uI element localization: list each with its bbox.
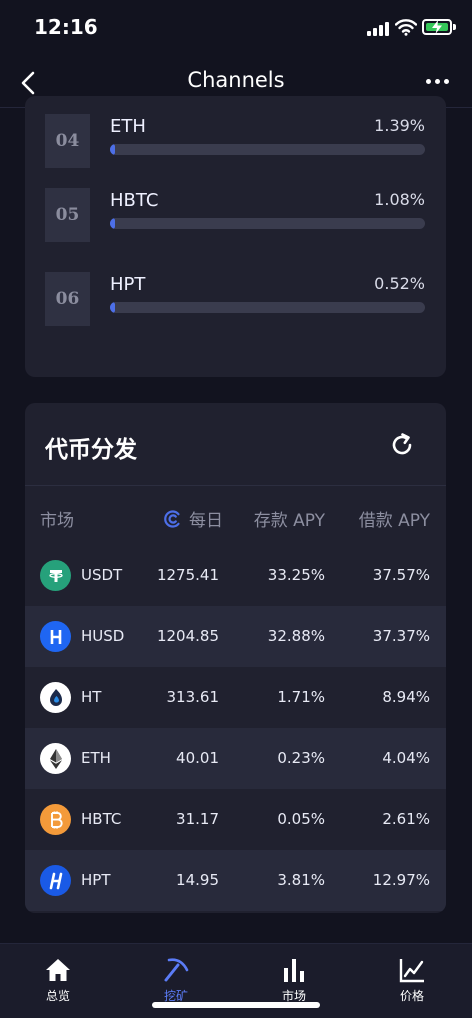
daily-value: 40.01 bbox=[176, 749, 219, 767]
line-chart-icon bbox=[399, 959, 424, 983]
borrow-apy: 37.57% bbox=[372, 566, 430, 584]
charging-bolt-icon bbox=[432, 20, 442, 34]
page-title: Channels bbox=[187, 68, 285, 92]
battery-cap bbox=[453, 24, 456, 30]
header-borrow-apy[interactable]: 借款 APY bbox=[359, 506, 430, 531]
table-row[interactable]: HPT 14.95 3.81% 12.97% bbox=[25, 850, 446, 911]
table-row[interactable]: HT 313.61 1.71% 8.94% bbox=[25, 667, 446, 728]
daily-reward-icon bbox=[164, 509, 180, 528]
usdt-icon bbox=[40, 560, 71, 591]
bar-chart-icon bbox=[284, 959, 304, 982]
header-market[interactable]: 市场 bbox=[40, 506, 74, 531]
table-row[interactable]: USDT 1275.41 33.25% 37.57% bbox=[25, 545, 446, 606]
borrow-apy: 4.04% bbox=[382, 749, 430, 767]
home-icon bbox=[46, 959, 70, 981]
table-row[interactable]: ETH 40.01 0.23% 4.04% bbox=[25, 728, 446, 789]
hbtc-icon bbox=[40, 804, 71, 835]
daily-value: 1275.41 bbox=[156, 566, 219, 584]
tab-label: 价格 bbox=[399, 989, 424, 1003]
coin-name: HPT bbox=[81, 871, 111, 889]
deposit-apy: 33.25% bbox=[267, 566, 325, 584]
ranking-coin-name: HBTC bbox=[110, 190, 159, 211]
coin-name: USDT bbox=[81, 566, 123, 584]
ranking-progress-fill bbox=[110, 218, 115, 229]
status-time: 12:16 bbox=[34, 15, 98, 39]
ranking-coin-name: HPT bbox=[110, 274, 146, 295]
signal-icon bbox=[367, 22, 391, 36]
hpt-icon bbox=[40, 865, 71, 896]
coin-name: HUSD bbox=[81, 627, 125, 645]
borrow-apy: 37.37% bbox=[372, 627, 430, 645]
borrow-apy: 12.97% bbox=[372, 871, 430, 889]
ranking-progress-bar bbox=[110, 218, 425, 229]
refresh-button[interactable] bbox=[388, 431, 416, 459]
token-distribution-card: 代币分发 市场 每日 存款 APY 借款 APY USDT 1275.41 33… bbox=[25, 403, 446, 913]
deposit-apy: 3.81% bbox=[277, 871, 325, 889]
ranking-percentage: 1.08% bbox=[374, 190, 425, 209]
header-daily-label: 每日 bbox=[189, 511, 223, 531]
deposit-apy: 32.88% bbox=[267, 627, 325, 645]
deposit-apy: 0.05% bbox=[277, 810, 325, 828]
ranking-row: 04 ETH 1.39% bbox=[25, 114, 446, 170]
daily-value: 31.17 bbox=[176, 810, 219, 828]
home-indicator bbox=[152, 1002, 320, 1008]
more-button[interactable] bbox=[420, 76, 454, 88]
header-daily[interactable]: 每日 bbox=[163, 506, 223, 531]
channel-ranking-card: 04 ETH 1.39% 05 HBTC 1.08% 06 HPT 0.52% bbox=[25, 96, 446, 377]
tab-market[interactable]: 市场 bbox=[254, 956, 334, 1004]
table-row[interactable]: HBTC 31.17 0.05% 2.61% bbox=[25, 789, 446, 850]
status-bar: 12:16 bbox=[0, 0, 472, 58]
deposit-apy: 0.23% bbox=[277, 749, 325, 767]
ranking-percentage: 1.39% bbox=[374, 116, 425, 135]
section-title: 代币分发 bbox=[45, 437, 137, 463]
ranking-percentage: 0.52% bbox=[374, 274, 425, 293]
coin-name: HT bbox=[81, 688, 102, 706]
coin-name: ETH bbox=[81, 749, 111, 767]
eth-icon bbox=[40, 743, 71, 774]
ranking-progress-bar bbox=[110, 144, 425, 155]
tab-overview[interactable]: 总览 bbox=[18, 956, 98, 1004]
rank-badge: 04 bbox=[45, 114, 90, 168]
ranking-progress-bar bbox=[110, 302, 425, 313]
borrow-apy: 8.94% bbox=[382, 688, 430, 706]
pickaxe-icon bbox=[164, 958, 189, 982]
ranking-coin-name: ETH bbox=[110, 116, 146, 137]
ht-icon bbox=[40, 682, 71, 713]
ranking-progress-fill bbox=[110, 302, 115, 313]
husd-icon bbox=[40, 621, 71, 652]
tab-mining[interactable]: 挖矿 bbox=[136, 956, 216, 1004]
daily-value: 313.61 bbox=[166, 688, 220, 706]
rank-badge: 05 bbox=[45, 188, 90, 242]
deposit-apy: 1.71% bbox=[277, 688, 325, 706]
coin-name: HBTC bbox=[81, 810, 122, 828]
wifi-icon bbox=[395, 19, 417, 36]
table-row[interactable]: HUSD 1204.85 32.88% 37.37% bbox=[25, 606, 446, 667]
ranking-progress-fill bbox=[110, 144, 115, 155]
table-header: 市场 每日 存款 APY 借款 APY bbox=[25, 485, 446, 545]
borrow-apy: 2.61% bbox=[382, 810, 430, 828]
header-deposit-apy[interactable]: 存款 APY bbox=[254, 506, 325, 531]
daily-value: 1204.85 bbox=[156, 627, 219, 645]
ranking-row: 06 HPT 0.52% bbox=[25, 272, 446, 328]
tab-label: 总览 bbox=[45, 989, 70, 1003]
tab-price[interactable]: 价格 bbox=[372, 956, 452, 1004]
daily-value: 14.95 bbox=[176, 871, 219, 889]
rank-badge: 06 bbox=[45, 272, 90, 326]
ranking-row: 05 HBTC 1.08% bbox=[25, 188, 446, 244]
